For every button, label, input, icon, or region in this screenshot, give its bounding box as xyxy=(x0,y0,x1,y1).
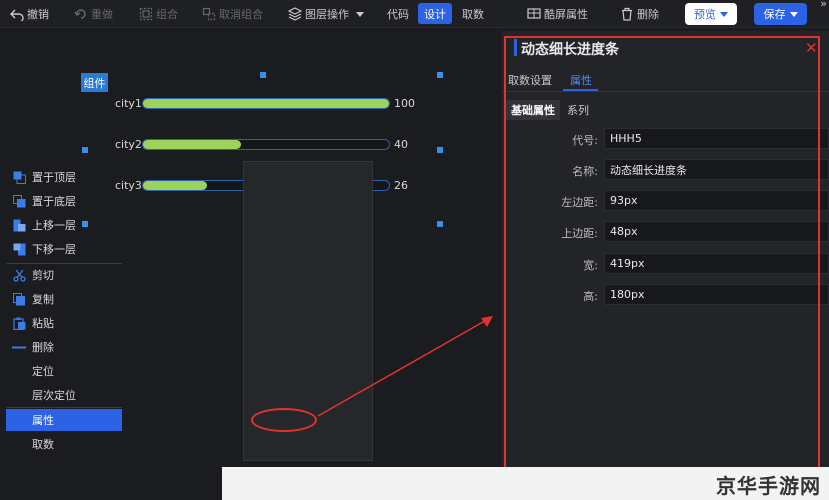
watermark-text: 京华手游网 xyxy=(716,474,821,498)
annotation-arrow xyxy=(317,316,493,417)
